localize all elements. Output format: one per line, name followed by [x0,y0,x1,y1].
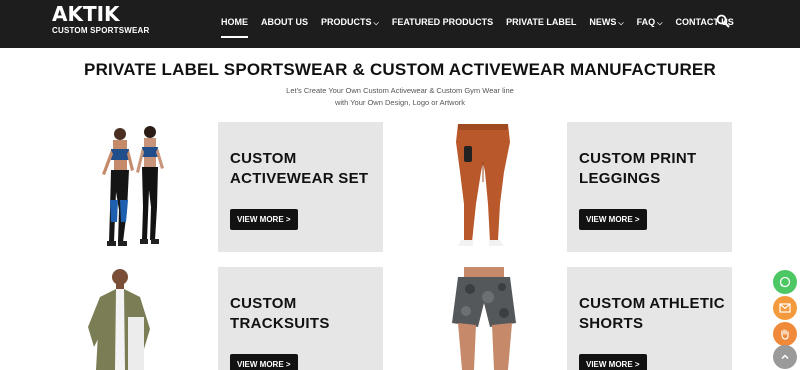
nav-private-label-label: PRIVATE LABEL [506,17,577,27]
subtitle-line-2: with Your Own Design, Logo or Artwork [334,98,466,107]
nav-home[interactable]: HOME [221,17,248,38]
product-title-line-2: ACTIVEWEAR SET [230,170,369,187]
nav-faq[interactable]: FAQ ⌵ [637,17,663,28]
product-title: CUSTOM ACTIVEWEAR SET [230,149,368,189]
activewear-set-image[interactable] [78,122,188,252]
nav-faq-label: FAQ [636,17,656,27]
email-button[interactable] [773,296,797,320]
product-title: CUSTOM PRINT LEGGINGS [579,149,697,189]
product-card-print-leggings: CUSTOM PRINT LEGGINGS VIEW MORE > [567,122,732,252]
nav-private-label[interactable]: PRIVATE LABEL [506,17,576,28]
view-more-button[interactable]: VIEW MORE > [230,209,298,230]
back-to-top-button[interactable] [773,345,797,369]
nav-products-label: PRODUCTS [321,17,372,27]
page-title: PRIVATE LABEL SPORTSWEAR & CUSTOM ACTIVE… [84,60,716,79]
site-logo[interactable]: AKTIK CUSTOM SPORTSWEAR [52,4,149,35]
subtitle-line-1: Let's Create Your Own Custom Activewear … [286,86,514,95]
product-title-line-1: CUSTOM [230,295,297,312]
nav-about-us-label: ABOUT US [261,17,308,27]
search-icon[interactable] [716,14,730,28]
whatsapp-button[interactable] [773,270,797,294]
view-more-button[interactable]: VIEW MORE > [230,354,298,370]
athletic-shorts-image[interactable] [428,267,538,370]
product-title: CUSTOM ATHLETIC SHORTS [579,294,725,334]
nav-featured-products-label: FEATURED PRODUCTS [391,17,494,27]
hand-icon [781,329,789,340]
product-title-line-1: CUSTOM ATHLETIC [579,295,725,312]
nav-home-label: HOME [221,17,248,27]
nav-about-us[interactable]: ABOUT US [261,17,308,28]
site-header: AKTIK CUSTOM SPORTSWEAR HOME ABOUT US PR… [0,0,800,48]
chevron-down-icon: ⌵ [657,20,663,27]
product-card-athletic-shorts: CUSTOM ATHLETIC SHORTS VIEW MORE > [567,267,732,370]
chevron-down-icon: ⌵ [373,20,379,27]
leggings-image[interactable] [428,122,538,252]
product-title-line-1: CUSTOM [230,150,297,167]
nav-products[interactable]: PRODUCTS ⌵ [321,17,379,28]
tracksuit-image[interactable] [78,267,188,370]
contact-hand-button[interactable] [773,322,797,346]
nav-news[interactable]: NEWS ⌵ [589,17,623,28]
logo-mark: AKTIK [52,2,120,26]
product-title-line-1: CUSTOM PRINT [579,150,697,167]
chevron-down-icon: ⌵ [618,20,624,27]
logo-subtitle: CUSTOM SPORTSWEAR [52,26,150,35]
view-more-button[interactable]: VIEW MORE > [579,209,647,230]
product-card-tracksuits: CUSTOM TRACKSUITS VIEW MORE > [218,267,383,370]
nav-news-label: NEWS [589,17,617,27]
product-title-line-2: TRACKSUITS [230,315,330,332]
nav-featured-products[interactable]: FEATURED PRODUCTS [392,17,493,28]
whatsapp-icon [779,276,791,288]
email-icon [779,303,791,313]
product-card-activewear-set: CUSTOM ACTIVEWEAR SET VIEW MORE > [218,122,383,252]
arrow-up-icon [781,354,789,360]
main-nav: HOME ABOUT US PRODUCTS ⌵ FEATURED PRODUCT… [221,17,747,38]
product-title-line-2: SHORTS [579,315,644,332]
product-title: CUSTOM TRACKSUITS [230,294,330,334]
page-subtitle: Let's Create Your Own Custom Activewear … [0,85,800,109]
product-title-line-2: LEGGINGS [579,170,661,187]
view-more-button[interactable]: VIEW MORE > [579,354,647,370]
